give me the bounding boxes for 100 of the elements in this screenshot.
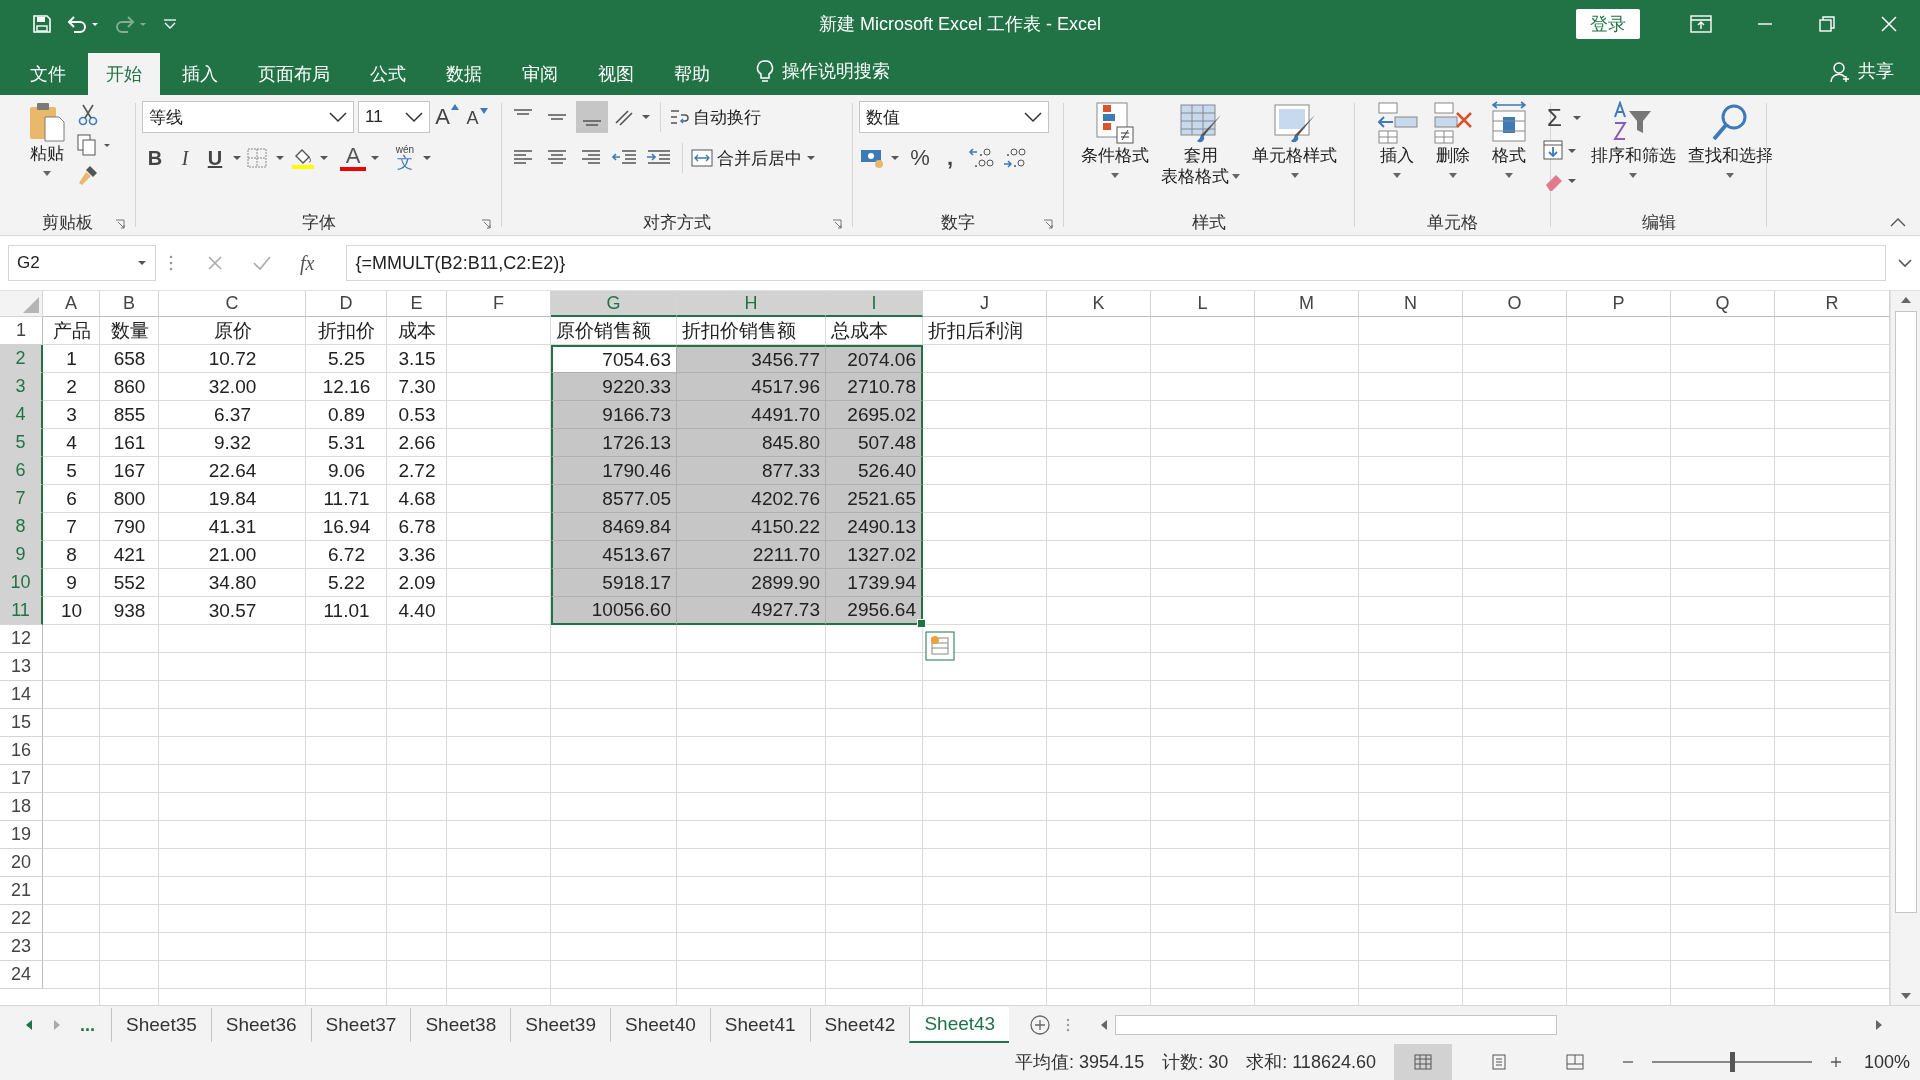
previous-sheet-icon[interactable] (24, 1019, 34, 1031)
row-header[interactable]: 7 (0, 485, 43, 513)
row-header[interactable]: 2 (0, 345, 43, 373)
ribbon-tab[interactable]: 插入 (164, 53, 236, 95)
ribbon-tab[interactable]: 页面布局 (240, 53, 348, 95)
column-header[interactable]: K (1047, 291, 1151, 317)
column-header[interactable]: P (1567, 291, 1671, 317)
column-header[interactable]: E (387, 291, 447, 317)
scrollbar-thumb[interactable] (1115, 1015, 1558, 1035)
share-label[interactable]: 共享 (1858, 59, 1894, 83)
phonetic-button[interactable]: wén 文 (392, 143, 418, 173)
zoom-level[interactable]: 100% (1863, 1051, 1910, 1073)
increase-font-button[interactable]: A (434, 102, 460, 132)
dropdown-caret-icon[interactable] (1571, 114, 1582, 122)
delete-cells-button[interactable]: 删除 (1427, 101, 1478, 178)
row-header[interactable]: 20 (0, 849, 43, 877)
column-header[interactable]: B (100, 291, 159, 317)
ribbon-tab[interactable]: 视图 (580, 53, 652, 95)
cell-styles-button[interactable]: 单元格样式 (1249, 101, 1340, 178)
ribbon-tab[interactable]: 帮助 (656, 53, 728, 95)
tell-me-search[interactable]: 操作说明搜索 (782, 59, 890, 83)
dropdown-caret-icon[interactable] (232, 154, 242, 162)
row-header[interactable]: 17 (0, 765, 43, 793)
sheet-tab[interactable]: Sheet35 (111, 1008, 211, 1042)
formula-field[interactable]: {=MMULT(B2:B11,C2:E2)} (346, 245, 1886, 281)
sheet-tab[interactable]: Sheet39 (510, 1008, 610, 1042)
scroll-down-icon[interactable] (1899, 991, 1912, 1001)
merge-center-button[interactable]: 合并后居中 (691, 143, 802, 173)
column-header[interactable]: F (447, 291, 551, 317)
sheet-tab[interactable]: Sheet38 (410, 1008, 511, 1042)
sheet-tab[interactable]: Sheet40 (610, 1008, 710, 1042)
bold-button[interactable]: B (142, 143, 168, 173)
font-size-field[interactable]: 11 (358, 101, 430, 133)
row-header[interactable]: 1 (0, 317, 43, 345)
cancel-icon[interactable] (206, 254, 224, 272)
scroll-left-icon[interactable] (1099, 1019, 1110, 1031)
next-sheet-icon[interactable] (52, 1019, 62, 1031)
row-header[interactable]: 19 (0, 821, 43, 849)
row-header[interactable]: 22 (0, 905, 43, 933)
format-as-table-button[interactable]: 套用 表格格式 (1158, 101, 1243, 187)
splitter-icon[interactable] (1065, 1017, 1072, 1033)
row-header[interactable]: 21 (0, 877, 43, 905)
normal-view-icon[interactable] (1393, 1044, 1452, 1080)
column-header[interactable]: G (551, 291, 677, 317)
dialog-launcher-icon[interactable] (1043, 219, 1053, 229)
column-header[interactable]: A (43, 291, 100, 317)
column-header[interactable]: H (677, 291, 826, 317)
undo-icon[interactable] (66, 13, 100, 34)
column-header[interactable]: N (1359, 291, 1463, 317)
row-header[interactable]: 6 (0, 457, 43, 485)
scroll-up-icon[interactable] (1899, 295, 1912, 305)
row-header[interactable]: 18 (0, 793, 43, 821)
column-header[interactable]: D (306, 291, 387, 317)
row-header[interactable]: 4 (0, 401, 43, 429)
font-name-field[interactable]: 等线 (142, 101, 354, 133)
decrease-font-button[interactable]: A (464, 102, 490, 132)
column-header[interactable]: R (1775, 291, 1890, 317)
underline-button[interactable]: U (202, 143, 228, 173)
column-header[interactable]: C (159, 291, 306, 317)
save-icon[interactable] (32, 13, 52, 34)
sheet-tab[interactable]: Sheet41 (709, 1008, 810, 1042)
column-header[interactable]: M (1255, 291, 1359, 317)
ribbon-tab[interactable]: 数据 (428, 53, 500, 95)
collapse-ribbon-icon[interactable] (1890, 217, 1906, 227)
ribbon-tab[interactable]: 开始 (88, 53, 160, 95)
close-icon[interactable] (1880, 14, 1898, 33)
fill-handle[interactable] (917, 619, 926, 628)
row-header[interactable]: 16 (0, 737, 43, 765)
column-header[interactable]: O (1463, 291, 1567, 317)
comma-button[interactable]: , (937, 143, 963, 173)
more-sheets-button[interactable]: ... (80, 1014, 95, 1036)
row-header[interactable]: 15 (0, 709, 43, 737)
format-cells-button[interactable]: 格式 (1483, 101, 1534, 178)
ribbon-display-icon[interactable] (1690, 14, 1712, 33)
ribbon-tab[interactable]: 公式 (352, 53, 424, 95)
dropdown-caret-icon[interactable] (370, 154, 380, 162)
vertical-scrollbar[interactable] (1890, 291, 1920, 1005)
expand-formula-icon[interactable] (1898, 258, 1912, 268)
dropdown-caret-icon[interactable] (422, 154, 432, 162)
row-header[interactable]: 11 (0, 597, 43, 625)
row-header[interactable]: 23 (0, 933, 43, 961)
more-options-icon[interactable] (168, 254, 174, 272)
dropdown-caret-icon[interactable] (806, 154, 816, 162)
row-header[interactable]: 12 (0, 625, 43, 653)
row-header[interactable]: 14 (0, 681, 43, 709)
customize-caret-icon[interactable] (162, 16, 178, 31)
row-header[interactable]: 13 (0, 653, 43, 681)
insert-cells-button[interactable]: 插入 (1371, 101, 1422, 178)
sheet-tab[interactable]: Sheet36 (210, 1008, 311, 1042)
name-box[interactable]: G2 (8, 245, 156, 281)
restore-icon[interactable] (1818, 14, 1836, 33)
dialog-launcher-icon[interactable] (481, 219, 491, 229)
column-header[interactable]: I (826, 291, 923, 317)
paste-button[interactable]: 粘贴 (23, 101, 70, 176)
dialog-launcher-icon[interactable] (832, 219, 842, 229)
column-header[interactable]: J (923, 291, 1047, 317)
row-header[interactable]: 24 (0, 961, 43, 989)
row-header[interactable]: 3 (0, 373, 43, 401)
insert-function-button[interactable]: fx (300, 251, 315, 275)
scrollbar-thumb[interactable] (1894, 311, 1917, 913)
